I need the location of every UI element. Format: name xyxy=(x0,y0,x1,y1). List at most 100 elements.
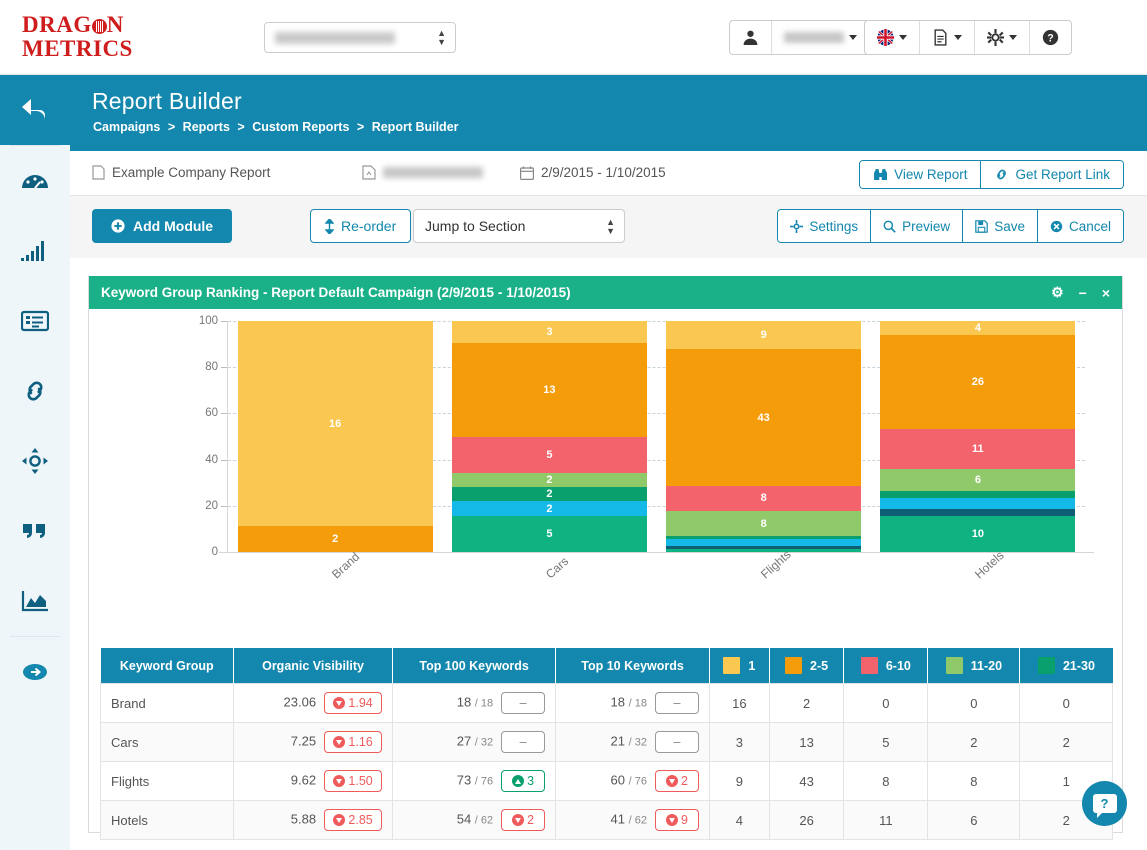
chart-segment-label: 26 xyxy=(971,376,984,389)
visibility-delta-chip: 1.50 xyxy=(324,770,383,792)
chart-segment[interactable]: 8 xyxy=(666,485,862,511)
chart-segment[interactable]: 13 xyxy=(451,342,647,437)
chart-segment[interactable]: 5 xyxy=(451,436,647,473)
chart-y-tick: 40 xyxy=(205,453,218,466)
settings-dropdown[interactable] xyxy=(974,21,1029,54)
cell-top-100-keywords: 73 / 76 3 xyxy=(392,761,557,801)
chart-segment[interactable]: 16 xyxy=(237,321,433,527)
cell-rank-11-20: 6 xyxy=(927,800,1021,840)
chart-segment[interactable]: 4 xyxy=(880,321,1076,336)
sidebar-item-back[interactable] xyxy=(0,75,70,145)
save-button[interactable]: Save xyxy=(962,210,1037,242)
chart-segment[interactable]: 9 xyxy=(666,321,862,350)
sidebar-item-analytics[interactable] xyxy=(0,566,70,636)
chart-segment[interactable]: 2 xyxy=(451,472,647,488)
report-date-range[interactable]: 2/9/2015 - 1/10/2015 xyxy=(520,165,666,180)
module-title: Keyword Group Ranking - Report Default C… xyxy=(101,285,571,300)
chart-segment[interactable]: 2 xyxy=(451,487,647,502)
table-header-row: Keyword Group Organic Visibility Top 100 K… xyxy=(100,648,1113,684)
breadcrumb-custom-reports[interactable]: Custom Reports xyxy=(252,120,349,134)
chart-segment-label: 2 xyxy=(546,502,553,515)
chart-segment-label: 13 xyxy=(543,383,556,396)
table-header-cell[interactable]: 2-5 xyxy=(769,648,845,684)
reorder-label: Re-order xyxy=(341,218,397,234)
help-icon-button[interactable]: ? xyxy=(1029,21,1071,54)
sidebar-item-reports[interactable] xyxy=(0,286,70,356)
module-minimize-icon[interactable]: − xyxy=(1079,285,1087,301)
table-header-cell[interactable]: 6-10 xyxy=(843,648,929,684)
report-site-redacted xyxy=(383,167,483,178)
table-header-cell[interactable]: Top 100 Keywords xyxy=(392,648,557,684)
module-close-icon[interactable]: × xyxy=(1102,285,1110,301)
table-row[interactable]: Brand 23.06 1.94 18 / 18–18 / 18–16 2 0 0 0 xyxy=(100,683,1113,723)
add-module-button[interactable]: Add Module xyxy=(92,209,233,243)
sidebar-item-research[interactable] xyxy=(0,426,70,496)
chart-bar-flights[interactable]: 9 43 8 8 xyxy=(666,321,862,552)
user-icon-button[interactable] xyxy=(730,21,771,54)
sidebar-item-links[interactable] xyxy=(0,356,70,426)
breadcrumb-reports[interactable]: Reports xyxy=(183,120,230,134)
site-selector[interactable]: ▲ ▼ xyxy=(264,22,456,53)
chart-segment[interactable]: 11 xyxy=(880,429,1076,469)
module-settings-icon[interactable]: ⚙ xyxy=(1051,284,1064,301)
sidebar-item-mentions[interactable] xyxy=(0,496,70,566)
sidebar-item-expand[interactable] xyxy=(0,637,70,707)
table-header-cell[interactable]: 1 xyxy=(709,648,770,684)
chart-bar-hotels[interactable]: 4 26 11 6 10 xyxy=(880,321,1076,552)
table-row[interactable]: Cars 7.25 1.16 27 / 32–21 / 32–3 13 5 2 2 xyxy=(100,722,1113,762)
chart-y-axis: 0 20 40 60 80 100 xyxy=(188,315,228,558)
sidebar-item-dashboard[interactable] xyxy=(0,146,70,216)
cell-organic-visibility: 5.88 2.85 xyxy=(232,800,394,840)
table-header-cell[interactable]: 11-20 xyxy=(927,648,1021,684)
chart-segment[interactable] xyxy=(880,508,1076,516)
keyword-group-table-wrap: Keyword Group Organic Visibility Top 100 K… xyxy=(100,648,1113,840)
chart-segment[interactable]: 10 xyxy=(880,515,1076,552)
svg-text:?: ? xyxy=(1047,32,1053,44)
arrow-down-icon xyxy=(333,775,346,787)
table-header-cell[interactable]: 21-30 xyxy=(1019,648,1113,684)
chart-bar-brand[interactable]: 16 2 xyxy=(237,321,433,552)
chart-y-tick: 20 xyxy=(205,499,218,512)
cell-rank-6-10: 8 xyxy=(843,761,929,801)
table-header-cell[interactable]: Organic Visibility xyxy=(233,648,394,684)
table-row[interactable]: Hotels 5.88 2.85 54 / 62 2 41 / 62 9 4 26 11 6 2 xyxy=(100,800,1113,840)
cancel-button[interactable]: Cancel xyxy=(1036,210,1123,242)
brand-logo[interactable]: DRAG N METRICS xyxy=(22,13,133,61)
language-flag-dropdown[interactable] xyxy=(865,21,919,54)
jump-to-section-select[interactable]: Jump to Section ▲ ▼ xyxy=(413,209,625,243)
report-name[interactable]: Example Company Report xyxy=(92,165,270,180)
date-range-label: 2/9/2015 - 1/10/2015 xyxy=(541,165,666,180)
settings-button[interactable]: Settings xyxy=(778,210,871,242)
table-header-cell[interactable]: Keyword Group xyxy=(100,648,234,684)
chart-segment[interactable]: 26 xyxy=(880,335,1076,430)
user-name-dropdown[interactable] xyxy=(771,21,869,54)
chart-segment[interactable]: 8 xyxy=(666,510,862,537)
legend-swatch xyxy=(1037,657,1055,674)
chart-segment[interactable]: 2 xyxy=(451,501,647,516)
chart-x-label: Brand xyxy=(329,549,363,582)
chart-segment[interactable] xyxy=(666,548,862,552)
breadcrumb-report-builder: Report Builder xyxy=(371,120,459,134)
help-chat-button[interactable]: ? xyxy=(1082,781,1127,826)
sidebar-item-rankings[interactable] xyxy=(0,216,70,286)
breadcrumb: Campaigns > Reports > Custom Reports > R… xyxy=(93,120,459,134)
chart-segment[interactable] xyxy=(880,490,1076,498)
get-report-link-button[interactable]: Get Report Link xyxy=(980,161,1123,188)
document-dropdown[interactable] xyxy=(919,21,974,54)
breadcrumb-campaigns[interactable]: Campaigns xyxy=(93,120,160,134)
chart-segment[interactable]: 43 xyxy=(666,349,862,486)
reorder-button[interactable]: Re-order xyxy=(310,209,412,243)
chart-bar-cars[interactable]: 3 13 5 2 2 2 5 xyxy=(451,321,647,552)
table-row[interactable]: Flights 9.62 1.50 73 / 76 3 60 / 76 2 9 43 8 8 1 xyxy=(100,761,1113,801)
chart-segment[interactable]: 5 xyxy=(451,515,647,552)
chart-segment[interactable] xyxy=(880,497,1076,509)
chart-segment[interactable]: 2 xyxy=(237,526,433,552)
chart-segment[interactable]: 6 xyxy=(880,468,1076,491)
breadcrumb-separator: > xyxy=(237,120,245,134)
page-title: Report Builder xyxy=(92,88,242,114)
chart-segment[interactable]: 3 xyxy=(451,321,647,343)
preview-button[interactable]: Preview xyxy=(870,210,963,242)
table-header-cell[interactable]: Top 10 Keywords xyxy=(555,648,710,684)
view-report-button[interactable]: View Report xyxy=(860,161,981,188)
report-site[interactable] xyxy=(362,165,483,180)
